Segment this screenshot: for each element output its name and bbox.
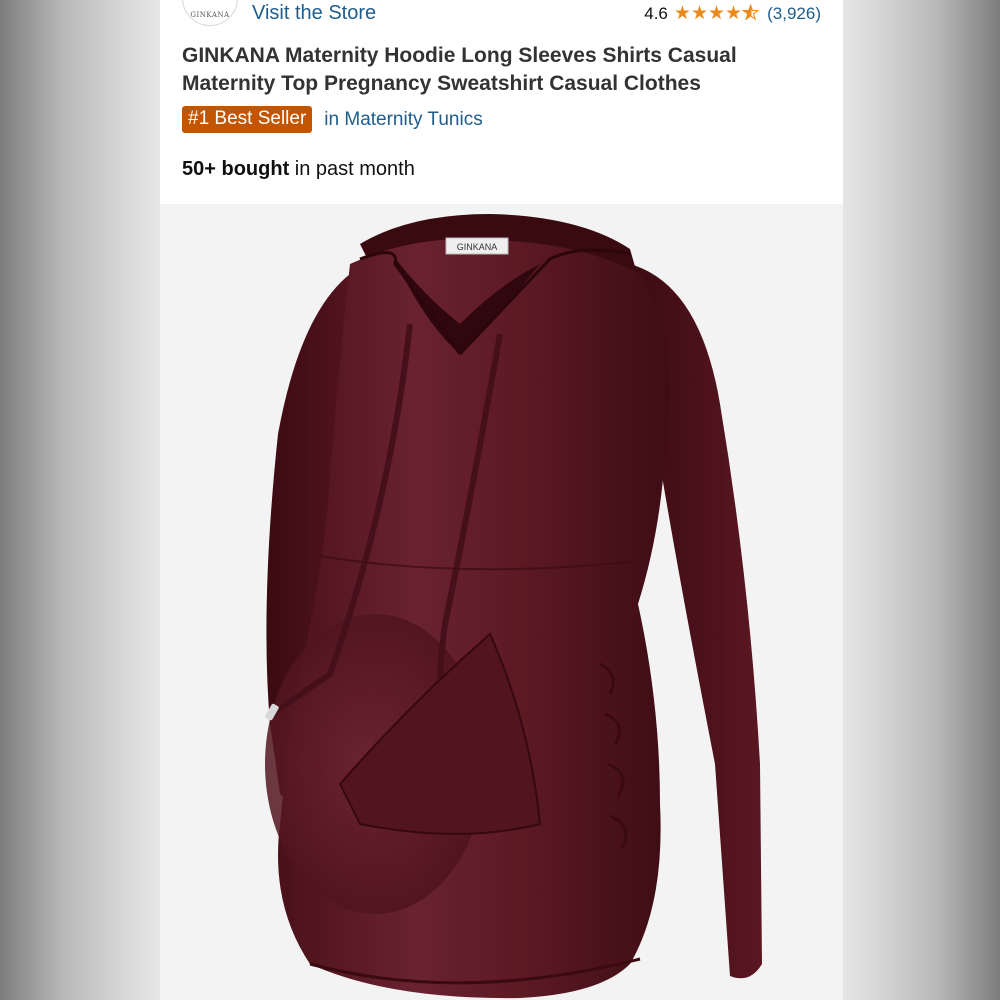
store-row: GINKANA Visit the Store 4.6 ★ ★ ★ ★ ★ (3… — [160, 0, 843, 34]
bought-in-past-month: 50+ bought in past month — [182, 158, 415, 181]
rating-summary[interactable]: 4.6 ★ ★ ★ ★ ★ (3,926) — [644, 3, 821, 24]
best-seller-row: #1 Best Seller in Maternity Tunics — [182, 106, 483, 133]
star-icon: ★ — [673, 3, 691, 24]
store-logo[interactable]: GINKANA — [182, 0, 238, 26]
background-blur-right — [840, 0, 1000, 1000]
product-page: GINKANA Visit the Store 4.6 ★ ★ ★ ★ ★ (3… — [160, 0, 843, 1000]
bought-suffix: in past month — [289, 158, 415, 180]
product-image-label: GINKANA — [457, 242, 498, 252]
star-icon: ★ — [707, 3, 726, 24]
product-title: GINKANA Maternity Hoodie Long Sleeves Sh… — [182, 44, 737, 95]
star-rating: ★ ★ ★ ★ ★ — [673, 3, 760, 24]
bought-count: 50+ bought — [182, 158, 290, 180]
half-star-icon: ★ — [742, 3, 760, 24]
category-link[interactable]: in Maternity Tunics — [324, 109, 482, 131]
best-seller-badge[interactable]: #1 Best Seller — [182, 106, 313, 133]
star-icon: ★ — [690, 3, 708, 24]
product-image: GINKANA — [265, 214, 762, 999]
rating-value: 4.6 — [644, 4, 668, 23]
product-image-container[interactable]: GINKANA — [160, 204, 843, 1000]
background-blur-left — [0, 0, 160, 1000]
rating-count-link[interactable]: (3,926) — [767, 4, 821, 24]
star-icon: ★ — [725, 3, 743, 24]
visit-store-link[interactable]: Visit the Store — [252, 2, 376, 25]
store-logo-text: GINKANA — [190, 11, 230, 19]
